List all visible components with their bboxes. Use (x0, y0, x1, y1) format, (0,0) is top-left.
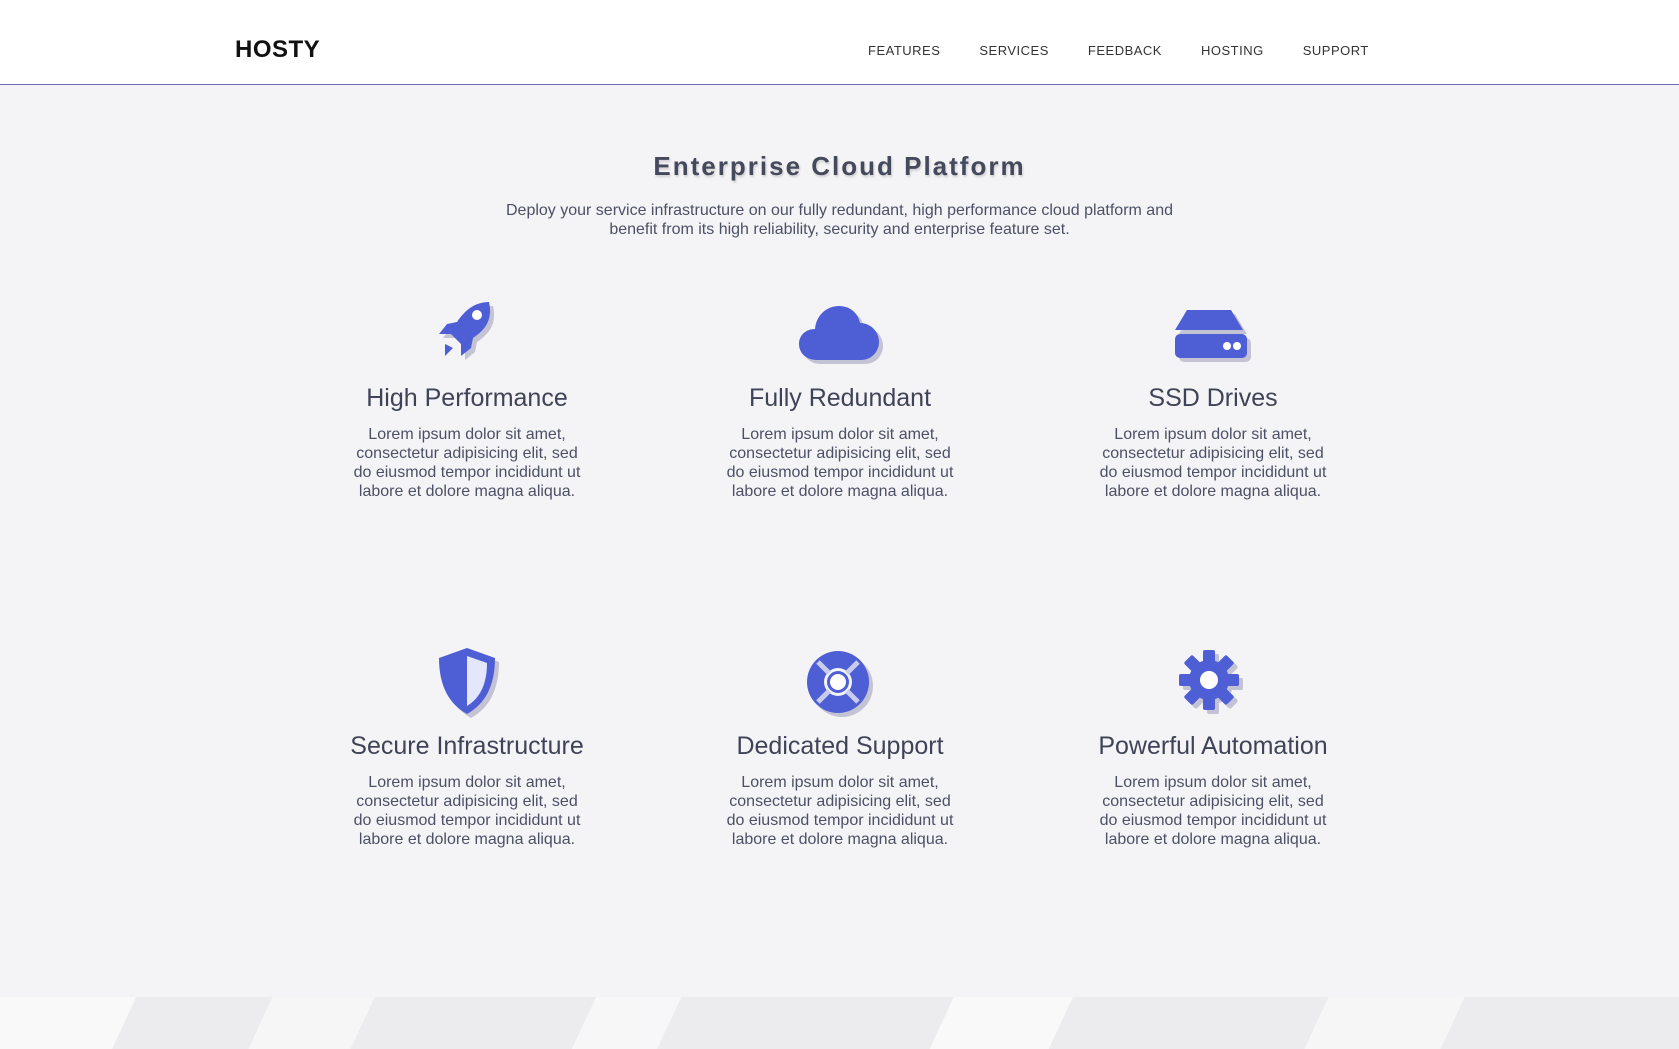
footer-pattern-band (0, 997, 1679, 1049)
top-navbar: HOSTY FEATURES SERVICES FEEDBACK HOSTING… (0, 0, 1679, 85)
gear-icon (1083, 646, 1343, 718)
feature-card-high-performance: High Performance Lorem ipsum dolor sit a… (337, 298, 597, 501)
feature-title: Powerful Automation (1098, 732, 1328, 760)
feature-title: SSD Drives (1148, 384, 1278, 412)
feature-text: Lorem ipsum dolor sit amet, consectetur … (353, 774, 581, 848)
feature-text: Lorem ipsum dolor sit amet, consectetur … (1099, 426, 1327, 500)
feature-card-powerful-automation: Powerful Automation Lorem ipsum dolor si… (1083, 646, 1343, 849)
nav-link-services[interactable]: SERVICES (979, 43, 1049, 58)
feature-text: Lorem ipsum dolor sit amet, consectetur … (353, 426, 581, 500)
feature-title: Dedicated Support (736, 732, 944, 760)
feature-text: Lorem ipsum dolor sit amet, consectetur … (726, 774, 954, 848)
feature-card-ssd-drives: SSD Drives Lorem ipsum dolor sit amet, c… (1083, 298, 1343, 501)
section-title: Enterprise Cloud Platform (653, 151, 1026, 182)
feature-card-dedicated-support: Dedicated Support Lorem ipsum dolor sit … (710, 646, 970, 849)
section-description: Deploy your service infrastructure on ou… (505, 202, 1173, 238)
nav-link-support[interactable]: SUPPORT (1303, 43, 1369, 58)
feature-text: Lorem ipsum dolor sit amet, consectetur … (1099, 774, 1327, 848)
nav-link-feedback[interactable]: FEEDBACK (1088, 43, 1162, 58)
feature-title: High Performance (366, 384, 568, 412)
main-nav: FEATURES SERVICES FEEDBACK HOSTING SUPPO… (868, 43, 1408, 58)
feature-title: Secure Infrastructure (350, 732, 584, 760)
feature-card-fully-redundant: Fully Redundant Lorem ipsum dolor sit am… (710, 298, 970, 501)
feature-title: Fully Redundant (748, 384, 932, 412)
shield-icon (337, 646, 597, 718)
lifebuoy-icon (710, 646, 970, 718)
nav-link-features[interactable]: FEATURES (868, 43, 940, 58)
feature-text: Lorem ipsum dolor sit amet, consectetur … (726, 426, 954, 500)
feature-card-secure-infrastructure: Secure Infrastructure Lorem ipsum dolor … (337, 646, 597, 849)
site-logo[interactable]: HOSTY (235, 36, 320, 64)
nav-link-hosting[interactable]: HOSTING (1201, 43, 1264, 58)
cloud-icon (710, 298, 970, 370)
hdd-icon (1083, 298, 1343, 370)
rocket-icon (337, 298, 597, 370)
